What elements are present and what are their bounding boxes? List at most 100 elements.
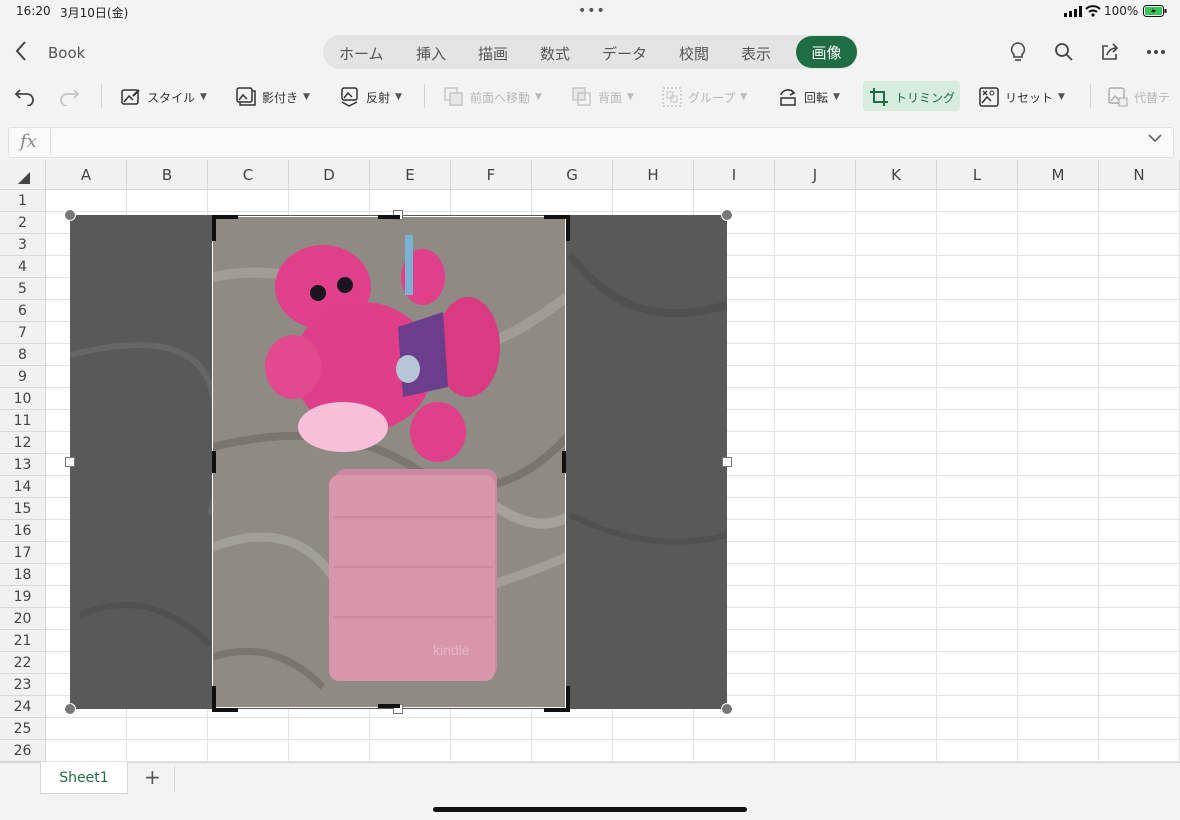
document-title[interactable]: Book xyxy=(48,44,85,62)
reset-label: リセット xyxy=(1005,90,1054,105)
column-header[interactable]: G xyxy=(532,160,613,190)
select-all-corner[interactable] xyxy=(0,160,46,190)
lightbulb-icon[interactable] xyxy=(1006,40,1030,64)
crop-handle-bottom[interactable] xyxy=(378,704,400,708)
column-header[interactable]: K xyxy=(856,160,937,190)
reflection-button[interactable]: 反射 ▼ xyxy=(340,86,402,108)
row-header[interactable]: 21 xyxy=(0,630,46,652)
chevron-down-icon: ▼ xyxy=(200,92,207,102)
column-header[interactable]: A xyxy=(46,160,127,190)
style-button[interactable]: スタイル ▼ xyxy=(121,86,207,108)
bring-forward-button[interactable]: 前面へ移動 ▼ xyxy=(444,86,542,108)
column-header[interactable]: L xyxy=(937,160,1018,190)
tab-data[interactable]: データ xyxy=(602,43,647,64)
fx-icon[interactable]: fx xyxy=(20,131,37,152)
tab-formulas[interactable]: 数式 xyxy=(540,43,570,64)
crop-button[interactable]: トリミング xyxy=(869,86,955,108)
column-header[interactable]: H xyxy=(613,160,694,190)
row-header[interactable]: 1 xyxy=(0,190,46,212)
row-header[interactable]: 4 xyxy=(0,256,46,278)
crop-handle-bottom-left[interactable] xyxy=(212,686,238,712)
alt-text-button[interactable]: 代替テ xyxy=(1108,86,1170,108)
tab-review[interactable]: 校閲 xyxy=(679,43,709,64)
group-button[interactable]: グループ ▼ xyxy=(662,86,747,108)
add-sheet-button[interactable]: + xyxy=(144,765,161,789)
grid-column-line xyxy=(1098,190,1099,762)
send-backward-button[interactable]: 背面 ▼ xyxy=(572,86,634,108)
grid-row-line xyxy=(46,739,1180,740)
row-header[interactable]: 8 xyxy=(0,344,46,366)
row-header[interactable]: 23 xyxy=(0,674,46,696)
resize-handle-left[interactable] xyxy=(65,457,75,467)
rotate-button[interactable]: 回転 ▼ xyxy=(778,86,840,108)
expand-formula-chevron-icon[interactable] xyxy=(1148,132,1162,146)
crop-handle-top-left[interactable] xyxy=(212,215,238,241)
row-header[interactable]: 7 xyxy=(0,322,46,344)
redo-icon[interactable] xyxy=(58,86,80,110)
row-header[interactable]: 20 xyxy=(0,608,46,630)
back-chevron-icon[interactable] xyxy=(14,40,28,68)
reset-button[interactable]: リセット ▼ xyxy=(979,86,1065,108)
row-header[interactable]: 25 xyxy=(0,718,46,740)
crop-handle-top[interactable] xyxy=(378,215,400,219)
toolbar-divider xyxy=(424,84,425,108)
column-header[interactable]: D xyxy=(289,160,370,190)
column-header[interactable]: M xyxy=(1018,160,1099,190)
resize-handle-bottom-left[interactable] xyxy=(64,703,76,715)
row-header[interactable]: 17 xyxy=(0,542,46,564)
row-header[interactable]: 10 xyxy=(0,388,46,410)
row-header[interactable]: 15 xyxy=(0,498,46,520)
resize-handle-top-right[interactable] xyxy=(721,209,733,221)
share-icon[interactable] xyxy=(1098,40,1122,64)
undo-icon[interactable] xyxy=(14,86,36,110)
resize-handle-right[interactable] xyxy=(722,457,732,467)
row-header[interactable]: 6 xyxy=(0,300,46,322)
alt-text-label: 代替テ xyxy=(1134,90,1171,105)
tab-view[interactable]: 表示 xyxy=(741,43,771,64)
column-header[interactable]: I xyxy=(694,160,775,190)
search-icon[interactable] xyxy=(1052,40,1076,64)
tab-insert[interactable]: 挿入 xyxy=(416,43,446,64)
shadow-button[interactable]: 影付き ▼ xyxy=(236,86,310,108)
tab-picture[interactable]: 画像 xyxy=(796,36,857,68)
crop-handle-left[interactable] xyxy=(212,451,216,473)
formula-bar[interactable] xyxy=(8,127,1174,158)
crop-handle-top-right[interactable] xyxy=(544,215,570,241)
column-header[interactable]: J xyxy=(775,160,856,190)
kindle-logo-text: kindle xyxy=(433,642,470,658)
formula-divider xyxy=(50,129,51,155)
cropped-picture[interactable]: kindle xyxy=(212,216,566,708)
crop-label: トリミング xyxy=(895,90,956,105)
column-header[interactable]: N xyxy=(1099,160,1180,190)
picture-shadow-icon xyxy=(236,87,256,107)
row-header[interactable]: 24 xyxy=(0,696,46,718)
row-header[interactable]: 3 xyxy=(0,234,46,256)
crop-handle-right[interactable] xyxy=(562,451,566,473)
row-header[interactable]: 5 xyxy=(0,278,46,300)
sheet-tab-sheet1[interactable]: Sheet1 xyxy=(40,762,128,794)
row-header[interactable]: 16 xyxy=(0,520,46,542)
row-header[interactable]: 26 xyxy=(0,740,46,762)
row-header[interactable]: 13 xyxy=(0,454,46,476)
column-header[interactable]: E xyxy=(370,160,451,190)
multitasking-dots-icon[interactable]: ••• xyxy=(578,3,606,19)
home-indicator[interactable] xyxy=(433,807,747,812)
shadow-label: 影付き xyxy=(262,90,299,105)
resize-handle-bottom-right[interactable] xyxy=(721,703,733,715)
row-header[interactable]: 18 xyxy=(0,564,46,586)
row-header[interactable]: 19 xyxy=(0,586,46,608)
row-header[interactable]: 14 xyxy=(0,476,46,498)
resize-handle-top-left[interactable] xyxy=(64,209,76,221)
row-header[interactable]: 11 xyxy=(0,410,46,432)
column-header[interactable]: F xyxy=(451,160,532,190)
row-header[interactable]: 22 xyxy=(0,652,46,674)
crop-handle-bottom-right[interactable] xyxy=(544,686,570,712)
row-header[interactable]: 9 xyxy=(0,366,46,388)
row-header[interactable]: 2 xyxy=(0,212,46,234)
more-icon[interactable] xyxy=(1144,40,1168,64)
column-header[interactable]: B xyxy=(127,160,208,190)
column-header[interactable]: C xyxy=(208,160,289,190)
tab-home[interactable]: ホーム xyxy=(339,43,384,64)
tab-draw[interactable]: 描画 xyxy=(478,43,508,64)
row-header[interactable]: 12 xyxy=(0,432,46,454)
